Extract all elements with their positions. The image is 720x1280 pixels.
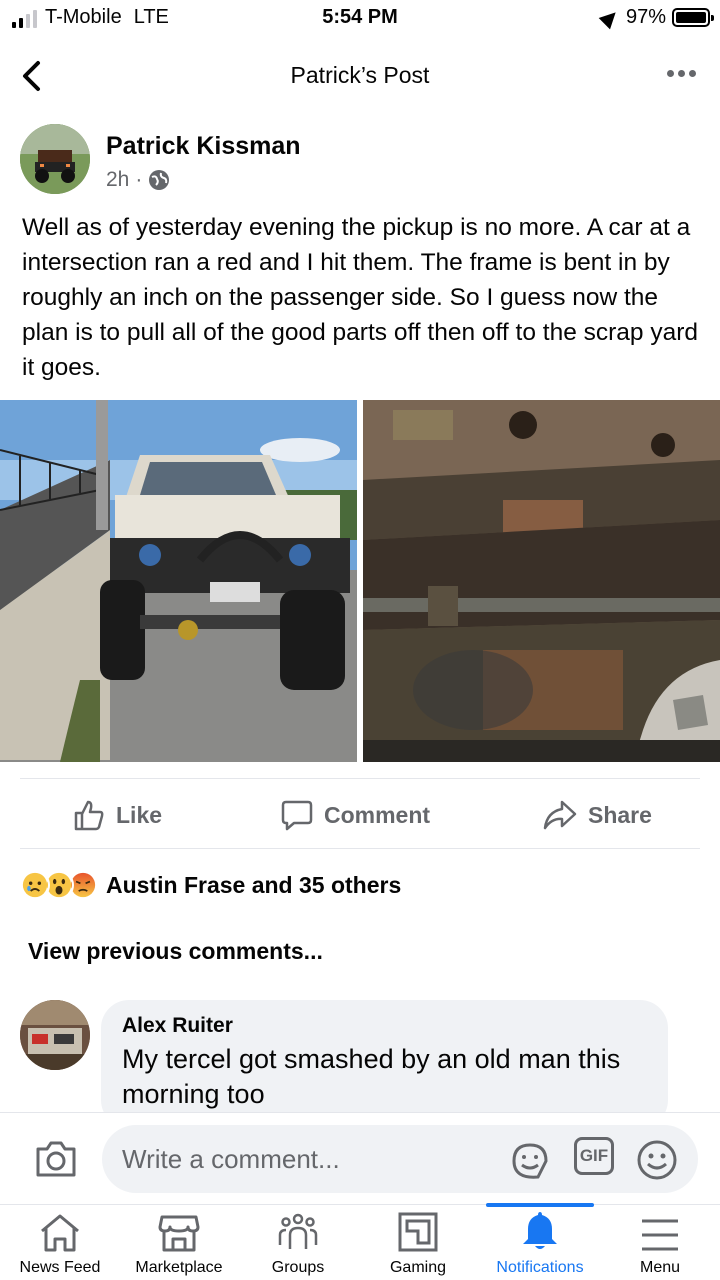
truck-avatar-image — [20, 124, 90, 194]
emoji-button[interactable] — [636, 1139, 678, 1186]
groups-icon — [278, 1213, 318, 1249]
commenter-avatar[interactable] — [20, 1000, 90, 1070]
post-photo-truck[interactable] — [0, 400, 357, 762]
tab-menu[interactable]: Menu — [610, 1205, 710, 1280]
marketplace-icon — [158, 1215, 200, 1252]
battery-icon — [672, 8, 714, 27]
tab-label: News Feed — [19, 1259, 101, 1276]
reactions-summary[interactable]: Austin Frase and 35 others — [20, 868, 401, 902]
tab-marketplace[interactable]: Marketplace — [124, 1205, 234, 1280]
tab-label: Notifications — [496, 1259, 584, 1276]
post-header-bar: Patrick’s Post — [0, 44, 720, 106]
share-label: Share — [588, 801, 652, 828]
comment-label: Comment — [324, 801, 431, 828]
divider — [20, 848, 700, 849]
gif-button[interactable]: GIF — [574, 1137, 614, 1175]
sad-reaction-icon — [20, 870, 50, 900]
sticker-icon — [512, 1143, 548, 1179]
smiley-icon — [637, 1140, 677, 1180]
thumbs-up-icon — [74, 800, 104, 831]
sticker-button[interactable] — [508, 1139, 552, 1188]
tab-label: Groups — [271, 1259, 325, 1276]
commenter-name[interactable]: Alex Ruiter — [122, 1014, 647, 1038]
more-options-button[interactable] — [667, 70, 696, 77]
view-previous-comments-link[interactable]: View previous comments... — [28, 938, 323, 965]
bottom-tab-bar: News Feed Marketplace Groups Gaming Noti… — [0, 1203, 720, 1280]
post-body-text: Well as of yesterday evening the pickup … — [22, 214, 698, 381]
status-right: 97% — [598, 6, 714, 29]
camera-button[interactable] — [34, 1139, 78, 1184]
tab-label: Marketplace — [135, 1259, 223, 1276]
hamburger-menu-icon — [642, 1219, 678, 1251]
meta-separator: · — [135, 168, 143, 191]
comment-bubble[interactable]: Alex Ruiter My tercel got smashed by an … — [101, 1000, 668, 1128]
commenter-avatar-image — [20, 1000, 90, 1070]
post-meta: 2h · — [106, 168, 170, 192]
more-dots-icon — [667, 70, 674, 77]
tab-news-feed[interactable]: News Feed — [10, 1205, 110, 1280]
comment-button[interactable]: Comment — [280, 790, 430, 840]
comment-text: My tercel got smashed by an old man this… — [122, 1044, 621, 1109]
like-label: Like — [116, 801, 163, 828]
gaming-icon — [398, 1212, 438, 1252]
like-button[interactable]: Like — [72, 790, 162, 840]
camera-icon — [36, 1141, 76, 1177]
status-bar: T-Mobile LTE 5:54 PM 97% — [0, 0, 720, 40]
post-author-name[interactable]: Patrick Kissman — [106, 132, 301, 161]
divider — [20, 778, 700, 779]
tab-gaming[interactable]: Gaming — [368, 1205, 468, 1280]
comment-composer: GIF — [0, 1112, 720, 1204]
post-time[interactable]: 2h — [106, 168, 129, 192]
tab-label: Menu — [639, 1259, 681, 1276]
author-avatar[interactable] — [20, 124, 90, 194]
tab-groups[interactable]: Groups — [248, 1205, 348, 1280]
share-button[interactable]: Share — [542, 790, 652, 840]
tab-label: Gaming — [389, 1259, 447, 1276]
post-photos — [0, 400, 720, 762]
tab-notifications[interactable]: Notifications — [484, 1205, 596, 1280]
bell-icon — [523, 1212, 557, 1249]
home-icon — [41, 1214, 79, 1252]
post-photo-frame-damage[interactable] — [363, 400, 720, 762]
globe-icon — [149, 170, 170, 190]
page-title: Patrick’s Post — [290, 62, 430, 88]
comment-bubble-icon — [281, 800, 313, 831]
share-arrow-icon — [543, 800, 577, 830]
reaction-summary-text: Austin Frase and 35 others — [106, 871, 402, 898]
location-arrow-icon — [598, 6, 622, 29]
battery-percent: 97% — [625, 6, 666, 28]
post-actions: Like Comment Share — [0, 790, 720, 840]
